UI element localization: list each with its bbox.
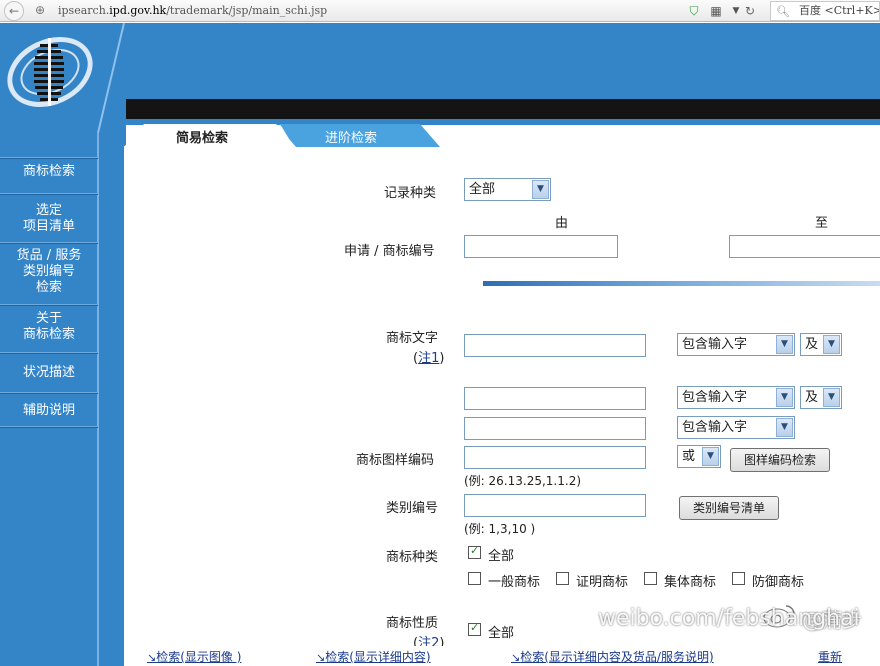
design-code-input[interactable] xyxy=(464,446,646,469)
sidebar-divider xyxy=(0,352,98,354)
mark-type-label: 商标种类 xyxy=(386,550,439,565)
mark-text-input-3[interactable] xyxy=(464,417,646,440)
tab-simple-search[interactable]: 简易检索 xyxy=(124,124,294,147)
search-with-goods-link[interactable]: ↘检索(显示详细内容及货品/服务说明) xyxy=(511,648,714,665)
sidebar-divider xyxy=(0,304,98,306)
sidebar-divider xyxy=(0,242,98,244)
browser-search-input[interactable]: 🔍︎ 百度 <Ctrl+K> xyxy=(770,1,880,21)
app-no-to-input[interactable] xyxy=(729,235,880,258)
browser-toolbar: ← ⊕ ipsearch.ipd.gov.hk/trademark/jsp/ma… xyxy=(0,0,880,22)
address-bar[interactable]: ipsearch.ipd.gov.hk/trademark/jsp/main_s… xyxy=(58,4,327,17)
sidebar-divider xyxy=(0,392,98,394)
shield-icon[interactable]: ⛉ xyxy=(686,3,702,19)
mark-text-input-1[interactable] xyxy=(464,334,646,357)
globe-icon: ⊕ xyxy=(34,3,46,17)
ipd-logo xyxy=(7,37,93,107)
class-label: 类别编号 xyxy=(386,501,439,516)
sidebar-item-about[interactable]: 关于 商标检索 xyxy=(0,311,98,343)
mark-type-certification-label: 证明商标 xyxy=(576,575,629,590)
mark-nature-all-checkbox[interactable] xyxy=(468,621,481,636)
design-code-label: 商标图样编码 xyxy=(356,453,435,468)
mark-type-defensive-label: 防御商标 xyxy=(752,575,805,590)
sidebar-item-status[interactable]: 状况描述 xyxy=(0,365,98,381)
to-label: 至 xyxy=(815,216,829,231)
tab-advanced-search[interactable]: 进阶检索 xyxy=(280,124,440,147)
mark-text-logic-select-2[interactable]: 及 ▼ xyxy=(800,386,842,409)
mark-text-label: 商标文字 xyxy=(386,331,439,346)
mark-type-general-checkbox[interactable] xyxy=(468,572,481,585)
from-label: 由 xyxy=(555,216,569,231)
back-button[interactable]: ← xyxy=(4,1,24,21)
mark-text-match-select-1[interactable]: 包含输入字 ▼ xyxy=(677,333,795,356)
sidebar-item-trademark-search[interactable]: 商标检索 xyxy=(0,164,98,180)
reset-link[interactable]: 重新 xyxy=(818,648,842,665)
mark-type-collective-checkbox[interactable] xyxy=(644,572,657,585)
chevron-down-icon: ▼ xyxy=(532,180,549,199)
sidebar-item-help[interactable]: 辅助说明 xyxy=(0,403,98,419)
sidebar-divider xyxy=(0,157,98,159)
mark-text-match-select-2[interactable]: 包含输入字 ▼ xyxy=(677,386,795,409)
section-divider xyxy=(483,281,880,286)
app-no-from-input[interactable] xyxy=(464,235,618,258)
class-input[interactable] xyxy=(464,494,646,517)
record-type-select[interactable]: 全部 ▼ xyxy=(464,178,551,201)
reload-icon[interactable]: ↻ xyxy=(742,3,758,19)
mark-type-collective-label: 集体商标 xyxy=(664,575,717,590)
site-header xyxy=(0,23,880,99)
record-type-label: 记录种类 xyxy=(384,186,437,201)
sidebar-divider xyxy=(0,426,98,428)
design-code-logic-select[interactable]: 或 ▼ xyxy=(677,445,721,468)
mark-text-note[interactable]: (注1) xyxy=(413,347,444,366)
mark-type-defensive-checkbox[interactable] xyxy=(732,572,745,585)
app-no-label: 申请 / 商标编号 xyxy=(344,244,435,259)
chevron-down-icon: ▼ xyxy=(776,335,793,354)
sidebar-divider xyxy=(0,193,98,195)
header-band xyxy=(110,99,880,119)
chevron-down-icon: ▼ xyxy=(823,335,840,354)
mark-type-all-checkbox[interactable] xyxy=(468,544,481,559)
watermark-url: weibo.com/febshanghai xyxy=(598,606,860,631)
mark-type-all-label: 全部 xyxy=(488,549,515,564)
mark-text-logic-select-1[interactable]: 及 ▼ xyxy=(800,333,842,356)
chevron-down-icon: ▼ xyxy=(702,447,719,466)
sidebar-item-selected-list[interactable]: 选定 项目清单 xyxy=(0,203,98,235)
search-with-image-link[interactable]: ↘检索(显示图像 ) xyxy=(147,648,241,665)
sidebar-edge xyxy=(96,23,126,666)
design-code-hint: (例: 26.13.25,1.1.2) xyxy=(464,474,582,488)
qr-code-icon[interactable]: ▦ xyxy=(708,3,724,19)
mark-nature-all-label: 全部 xyxy=(488,626,515,641)
mark-text-match-select-3[interactable]: 包含输入字 ▼ xyxy=(677,416,795,439)
chevron-down-icon: ▼ xyxy=(776,388,793,407)
mark-text-input-2[interactable] xyxy=(464,387,646,410)
chevron-down-icon: ▼ xyxy=(776,418,793,437)
class-list-button[interactable]: 类别编号清单 xyxy=(679,496,779,520)
search-with-details-link[interactable]: ↘检索(显示详细内容) xyxy=(316,648,431,665)
mark-type-general-label: 一般商标 xyxy=(488,575,541,590)
chevron-down-icon: ▼ xyxy=(823,388,840,407)
mark-nature-label: 商标性质 xyxy=(386,616,439,631)
class-hint: (例: 1,3,10 ) xyxy=(464,522,536,536)
design-code-search-button[interactable]: 图样编码检索 xyxy=(730,448,830,472)
search-icon: 🔍︎ xyxy=(776,5,790,18)
mark-type-certification-checkbox[interactable] xyxy=(556,572,569,585)
sidebar-item-class-search[interactable]: 货品 / 服务 类别编号 检索 xyxy=(0,248,98,296)
